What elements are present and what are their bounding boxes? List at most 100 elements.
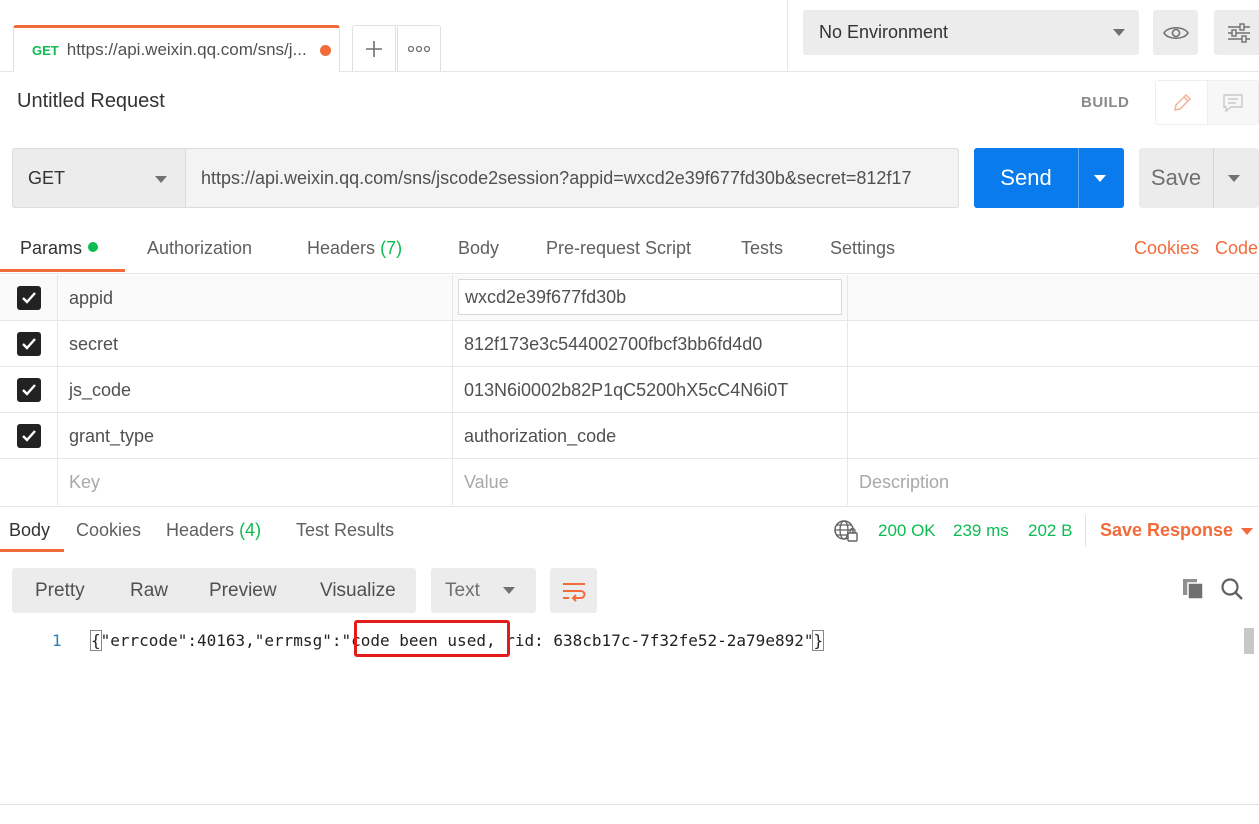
tab-headers[interactable]: Headers (7) [307, 238, 402, 259]
close-brace: } [812, 630, 825, 651]
checkbox[interactable] [16, 378, 41, 402]
wrap-lines-button[interactable] [550, 568, 597, 613]
request-tab-url: https://api.weixin.qq.com/sns/j... [66, 40, 307, 59]
table-row-new: Key Value Description [0, 459, 1259, 505]
comments-mode-button[interactable] [1207, 81, 1258, 124]
pretty-button[interactable]: Pretty [35, 568, 85, 613]
param-description[interactable] [848, 413, 1259, 459]
checkbox[interactable] [16, 424, 41, 448]
response-time[interactable]: 239 ms [953, 521, 1009, 541]
param-value-input[interactable]: wxcd2e39f677fd30b [458, 279, 842, 315]
status-dot-icon [88, 242, 99, 253]
param-value[interactable]: 013N6i0002b82P1qC5200hX5cC4N6i0T [453, 367, 848, 413]
send-label: Send [1000, 165, 1052, 190]
table-row: appid wxcd2e39f677fd30b [0, 275, 1259, 321]
divider [1213, 148, 1214, 208]
tab-prerequest-script[interactable]: Pre-request Script [546, 238, 691, 259]
open-brace: { [90, 630, 102, 651]
new-tab-button[interactable] [352, 25, 396, 71]
preview-button[interactable]: Preview [209, 568, 277, 613]
code-link[interactable]: Code [1215, 238, 1258, 259]
visualize-button[interactable]: Visualize [320, 568, 396, 613]
comment-icon [1223, 93, 1243, 112]
row-checkbox-cell [0, 413, 58, 459]
param-description[interactable] [848, 321, 1259, 367]
send-options-chevron-icon[interactable] [1094, 175, 1106, 182]
edit-mode-button[interactable] [1156, 81, 1207, 124]
tab-tests[interactable]: Tests [741, 238, 783, 259]
param-value[interactable]: authorization_code [453, 413, 848, 459]
build-label: BUILD [1081, 94, 1130, 111]
tab-response-body[interactable]: Body [9, 520, 50, 541]
manage-environments-button[interactable] [1214, 10, 1259, 55]
tab-response-headers[interactable]: Headers (4) [166, 520, 261, 541]
new-description-input[interactable]: Description [848, 459, 1259, 505]
tab-params[interactable]: Params [20, 238, 99, 259]
globe-lock-icon[interactable] [833, 519, 859, 548]
save-label: Save [1150, 165, 1202, 190]
new-key-input[interactable]: Key [58, 459, 453, 505]
send-button[interactable]: Send [974, 148, 1124, 208]
param-description[interactable] [848, 275, 1259, 321]
environment-quick-look-button[interactable] [1153, 10, 1198, 55]
new-value-input[interactable]: Value [453, 459, 848, 505]
param-key[interactable]: grant_type [58, 413, 453, 459]
param-description[interactable] [848, 367, 1259, 413]
table-row: js_code 013N6i0002b82P1qC5200hX5cC4N6i0T [0, 367, 1259, 413]
tab-settings[interactable]: Settings [830, 238, 895, 259]
http-method-select[interactable]: GET [12, 148, 186, 208]
tab-params-label: Params [20, 238, 83, 258]
tab-body[interactable]: Body [458, 238, 499, 259]
response-text-part1: "errcode":40163,"errmsg":" [100, 631, 352, 650]
response-status[interactable]: 200 OK [878, 521, 936, 541]
row-checkbox-cell [0, 459, 58, 505]
checkbox[interactable] [16, 332, 41, 356]
tab-response-cookies[interactable]: Cookies [76, 520, 141, 541]
raw-button[interactable]: Raw [130, 568, 168, 613]
check-icon [21, 292, 36, 304]
response-format-group: Pretty Raw Preview Visualize [12, 568, 416, 613]
tab-test-results[interactable]: Test Results [296, 520, 394, 541]
chevron-down-icon [1113, 29, 1125, 36]
highlight-annotation-box [354, 620, 510, 657]
tab-authorization[interactable]: Authorization [147, 238, 252, 259]
request-title[interactable]: Untitled Request [17, 90, 165, 113]
param-value-cell: wxcd2e39f677fd30b [453, 275, 848, 321]
request-tab[interactable]: GET https://api.weixin.qq.com/sns/j... [13, 25, 340, 72]
environment-select[interactable]: No Environment [803, 10, 1139, 55]
copy-icon[interactable] [1181, 577, 1205, 606]
cookies-link[interactable]: Cookies [1134, 238, 1199, 259]
checkbox[interactable] [16, 286, 41, 310]
active-tab-indicator [0, 549, 64, 552]
chevron-down-icon[interactable] [1241, 528, 1253, 535]
param-key[interactable]: secret [58, 321, 453, 367]
row-checkbox-cell [0, 275, 58, 321]
mode-toggle[interactable] [1155, 80, 1259, 125]
plus-icon [366, 40, 382, 57]
row-checkbox-cell [0, 321, 58, 367]
save-options-chevron-icon[interactable] [1228, 175, 1240, 182]
param-key[interactable]: appid [58, 275, 453, 321]
wrap-lines-icon [562, 582, 585, 602]
more-icon [408, 45, 430, 52]
response-format-select[interactable]: Text [431, 568, 536, 613]
line-number: 1 [52, 631, 62, 650]
response-text-part2: rid: 638cb17c-7f32fe52-2a79e892" [495, 631, 814, 650]
headers-count: (7) [380, 238, 403, 258]
more-tabs-button[interactable] [397, 25, 441, 71]
response-tabs: Body Cookies Headers (4) Test Results 20… [0, 506, 1259, 554]
url-input[interactable]: https://api.weixin.qq.com/sns/jscode2ses… [186, 148, 959, 208]
param-key[interactable]: js_code [58, 367, 453, 413]
param-value[interactable]: 812f173e3c544002700fbcf3bb6fd4d0 [453, 321, 848, 367]
response-format-label: Text [445, 579, 480, 601]
save-button[interactable]: Save [1139, 148, 1259, 208]
vertical-scrollbar[interactable] [1244, 628, 1254, 654]
pencil-icon [1173, 93, 1191, 111]
request-tab-method: GET [32, 42, 59, 58]
response-body-editor[interactable]: 1 {"errcode":40163,"errmsg":"code been u… [0, 622, 1259, 804]
status-bar [0, 804, 1259, 824]
search-icon[interactable] [1220, 577, 1244, 606]
divider [787, 0, 788, 72]
response-size[interactable]: 202 B [1028, 521, 1072, 541]
save-response-button[interactable]: Save Response [1100, 520, 1233, 541]
